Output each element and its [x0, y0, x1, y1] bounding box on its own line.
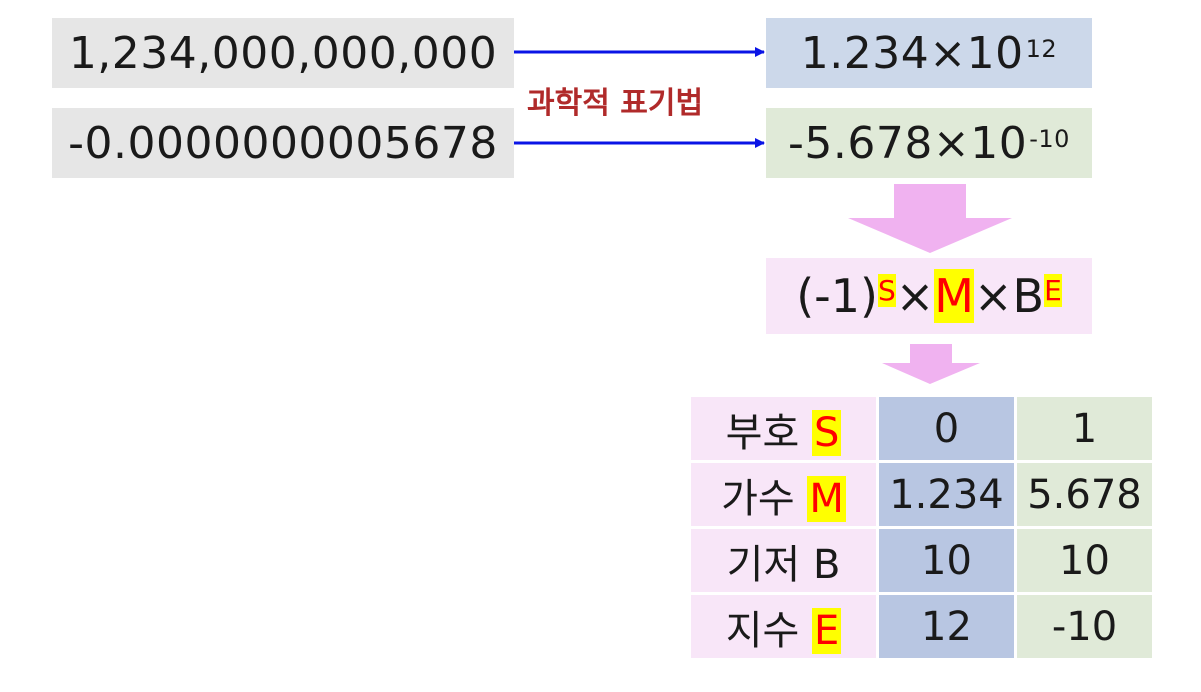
- row-symbol: B: [812, 541, 841, 588]
- row-label: 부호: [725, 409, 800, 456]
- row-symbol: M: [807, 475, 846, 522]
- row-label-cell: 지수 E: [691, 595, 876, 658]
- value-cell-2: 10: [1017, 529, 1152, 592]
- row-label: 기저: [726, 541, 801, 588]
- down-arrow-small-icon: [882, 344, 980, 384]
- table-row: 기저 B 10 10: [691, 529, 1152, 592]
- value-cell-2: -10: [1017, 595, 1152, 658]
- row-symbol: S: [811, 409, 842, 456]
- row-label: 지수: [725, 607, 800, 654]
- value-cell-1: 12: [879, 595, 1014, 658]
- value-cell-1: 0: [879, 397, 1014, 460]
- component-table: 부호 S 0 1 가수 M 1.234 5.678 기저 B 10 10 지수: [688, 394, 1155, 661]
- value-cell-1: 1.234: [879, 463, 1014, 526]
- row-label: 가수: [721, 475, 795, 522]
- table-row: 지수 E 12 -10: [691, 595, 1152, 658]
- table-row: 가수 M 1.234 5.678: [691, 463, 1152, 526]
- row-label-cell: 가수 M: [691, 463, 876, 526]
- value-cell-2: 1: [1017, 397, 1152, 460]
- value-cell-2: 5.678: [1017, 463, 1152, 526]
- row-label-cell: 기저 B: [691, 529, 876, 592]
- table-row: 부호 S 0 1: [691, 397, 1152, 460]
- down-arrow-big-icon: [848, 184, 1012, 253]
- value-cell-1: 10: [879, 529, 1014, 592]
- row-label-cell: 부호 S: [691, 397, 876, 460]
- row-symbol: E: [812, 607, 842, 654]
